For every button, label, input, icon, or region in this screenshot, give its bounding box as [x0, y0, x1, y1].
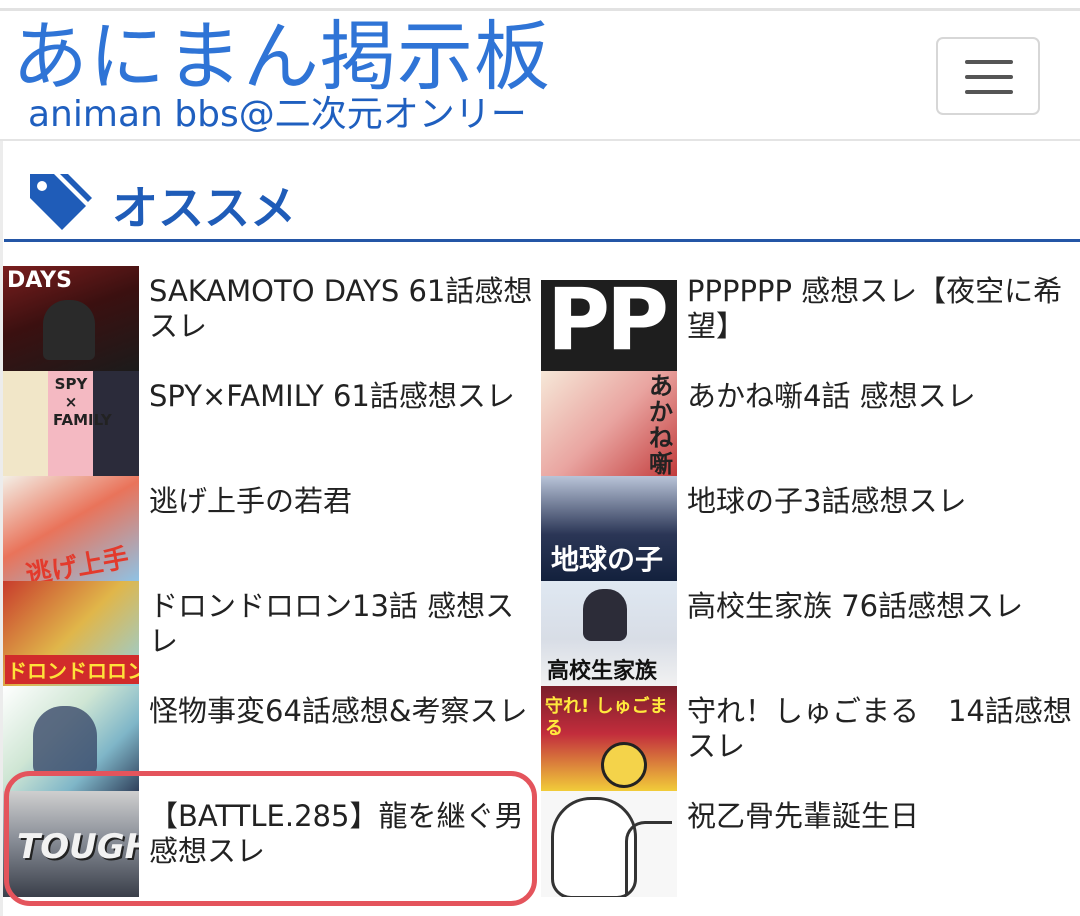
thread-item-koukousei-kazoku[interactable]: 高校生家族 高校生家族 76話感想スレ	[541, 581, 1079, 687]
thumbnail-text: 逃げ上手	[23, 543, 132, 582]
thread-title-link[interactable]: 高校生家族 76話感想スレ	[687, 589, 1072, 624]
thumbnail-text: あかね噺	[649, 372, 673, 477]
thread-title-link[interactable]: あかね噺4話 感想スレ	[687, 379, 1072, 414]
thread-title-link[interactable]: 怪物事変64話感想&考察スレ	[149, 694, 534, 729]
thumbnail-text: 高校生家族	[547, 659, 658, 684]
thumbnail-figure	[583, 589, 627, 641]
thread-title-link[interactable]: 地球の子3話感想スレ	[687, 484, 1072, 519]
thumbnail-text: 守れ! しゅごまる	[545, 696, 668, 739]
thumbnail-text: 地球の子	[551, 543, 664, 576]
site-header: あにまん掲示板 animan bbs@二次元オンリー	[0, 11, 1080, 139]
thread-thumbnail: あかね噺	[541, 371, 677, 477]
thread-thumbnail: PP	[541, 266, 677, 372]
site-logo-subtitle[interactable]: animan bbs@二次元オンリー	[28, 95, 527, 135]
thread-title-link[interactable]: SAKAMOTO DAYS 61話感想スレ	[149, 274, 534, 344]
thread-title-link[interactable]: 逃げ上手の若君	[149, 484, 534, 519]
section-title: オススメ	[112, 181, 296, 235]
thread-thumbnail: 高校生家族	[541, 581, 677, 687]
hamburger-menu-button[interactable]	[936, 37, 1040, 115]
thread-thumbnail: 逃げ上手	[3, 476, 139, 582]
section-divider	[4, 239, 1080, 242]
menu-bar-icon	[965, 75, 1013, 79]
highlight-annotation	[4, 771, 537, 906]
thread-thumbnail: ドロンドロロン	[3, 581, 139, 687]
thumbnail-figure	[601, 742, 647, 788]
thread-title-link[interactable]: 守れ！しゅごまる 14話感想スレ	[687, 694, 1072, 764]
thread-thumbnail: 地球の子	[541, 476, 677, 582]
thumbnail-hand	[625, 821, 672, 894]
menu-bar-icon	[965, 60, 1013, 64]
thread-thumbnail	[541, 791, 677, 897]
tag-icon	[30, 174, 92, 230]
thread-thumbnail: DAYS	[3, 266, 139, 372]
thread-item-okkotsu-birthday[interactable]: 祝乙骨先輩誕生日	[541, 791, 1079, 897]
thumbnail-text: DAYS	[7, 268, 72, 293]
recommended-section-header: オススメ	[0, 160, 1080, 242]
thread-item-chikyuu-no-ko[interactable]: 地球の子 地球の子3話感想スレ	[541, 476, 1079, 582]
thread-title-link[interactable]: 祝乙骨先輩誕生日	[687, 799, 1072, 834]
thumbnail-text: ドロンドロロン	[5, 655, 139, 684]
thumbnail-text: PP	[547, 270, 669, 370]
thread-item-spy-family[interactable]: SPY × FAMILY SPY×FAMILY 61話感想スレ	[3, 371, 541, 477]
thread-item-sakamoto-days[interactable]: DAYS SAKAMOTO DAYS 61話感想スレ	[3, 266, 541, 372]
menu-bar-icon	[965, 90, 1013, 94]
thumbnail-figure	[33, 706, 97, 776]
thumbnail-figure	[43, 300, 95, 360]
thread-title-link[interactable]: PPPPPP 感想スレ【夜空に希望】	[687, 274, 1072, 344]
thread-item-mamore-shugomaru[interactable]: 守れ! しゅごまる 守れ！しゅごまる 14話感想スレ	[541, 686, 1079, 792]
thread-item-pppppp[interactable]: PP PPPPPP 感想スレ【夜空に希望】	[541, 266, 1079, 372]
thread-item-doron-dororon[interactable]: ドロンドロロン ドロンドロロン13話 感想スレ	[3, 581, 541, 687]
thread-title-link[interactable]: SPY×FAMILY 61話感想スレ	[149, 379, 534, 414]
thread-thumbnail: 守れ! しゅごまる	[541, 686, 677, 792]
thread-item-akane-banashi[interactable]: あかね噺 あかね噺4話 感想スレ	[541, 371, 1079, 477]
header-divider	[0, 139, 1080, 141]
site-logo-title[interactable]: あにまん掲示板	[12, 17, 551, 97]
thumbnail-text: SPY × FAMILY	[53, 375, 112, 429]
thread-thumbnail: SPY × FAMILY	[3, 371, 139, 477]
thread-item-nigejouzu[interactable]: 逃げ上手 逃げ上手の若君	[3, 476, 541, 582]
thread-title-link[interactable]: ドロンドロロン13話 感想スレ	[149, 589, 534, 659]
